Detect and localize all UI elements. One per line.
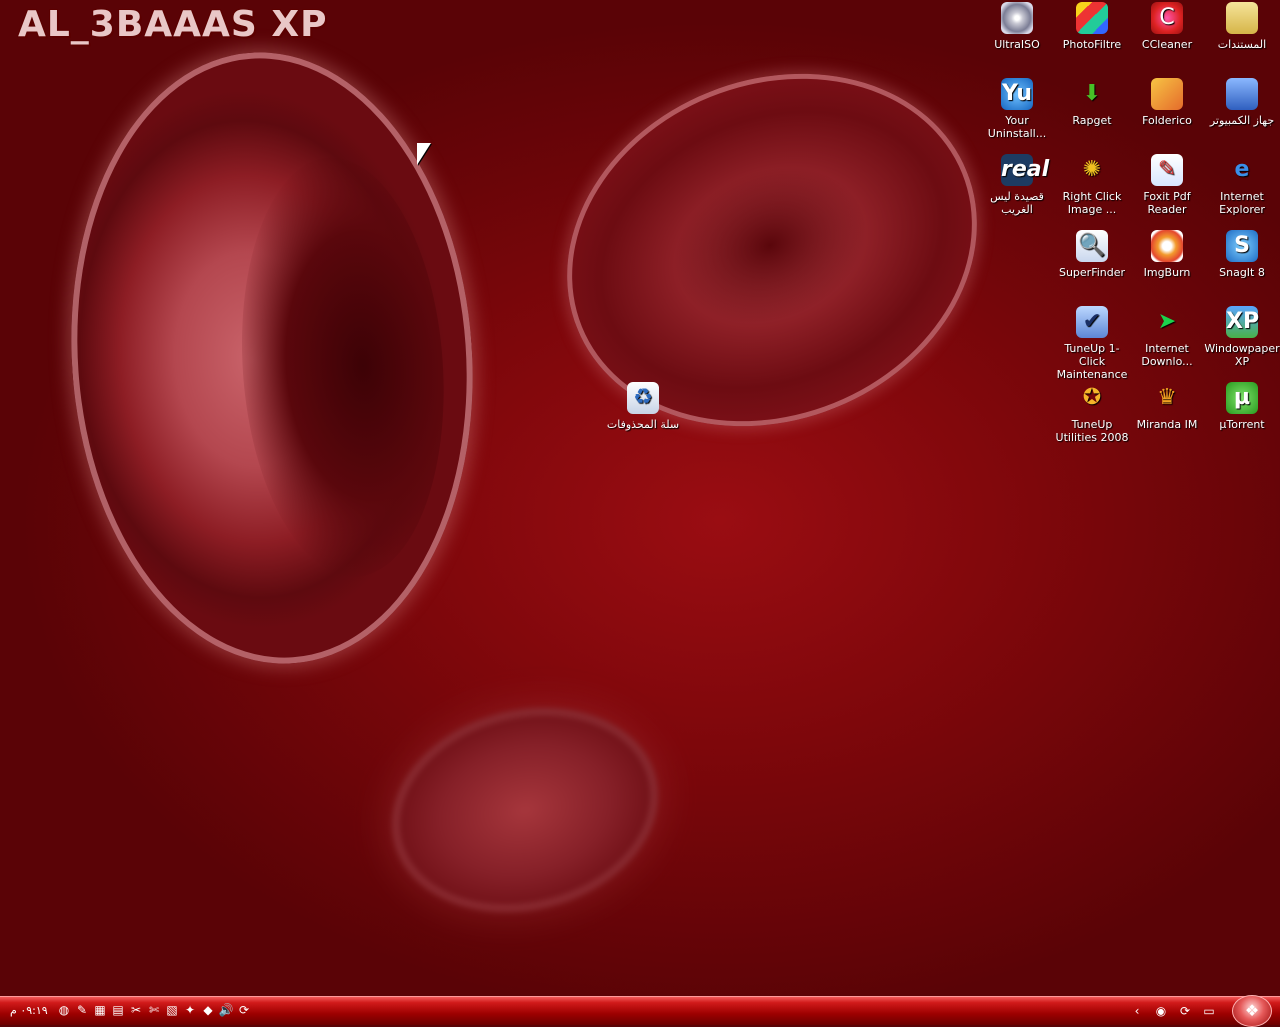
desktop-icon-snagit[interactable]: S SnagIt 8 (1204, 230, 1280, 279)
taskbar: ٠٩:١٩ م ◍ ✎ ▦ ▤ ✂ ✄ ▧ ✦ ◆ 🔊 ⟳ ‹ ◉ ⟳ ▭ ❖ (0, 995, 1280, 1027)
desktop-icon-ultraiso[interactable]: UltraISO (979, 2, 1055, 51)
quick-launch-toolbar: ◍ ✎ ▦ ▤ ✂ ✄ ▧ ✦ ◆ 🔊 ⟳ (56, 1002, 252, 1018)
volume-icon[interactable]: 🔊 (218, 1002, 234, 1018)
desktop-icon-my-computer[interactable]: جهاز الكمبيوتر (1204, 78, 1280, 127)
quick-launch-icon[interactable]: ✂ (128, 1002, 144, 1018)
desktop-icon-internet-download-manager[interactable]: ➤ Internet Downlo... (1129, 306, 1205, 368)
ultraiso-icon (1001, 2, 1033, 34)
download-arrow-icon: ⬇ (1082, 81, 1102, 106)
quick-launch-icon[interactable]: ◆ (200, 1002, 216, 1018)
network-icon[interactable]: ◉ (1152, 1002, 1170, 1020)
maintenance-icon: ✔ (1076, 306, 1108, 338)
desktop-icon-foxit-reader[interactable]: ✎ Foxit Pdf Reader (1129, 154, 1205, 216)
quick-launch-icon[interactable]: ▧ (164, 1002, 180, 1018)
realplayer-icon: real (1001, 154, 1049, 186)
wallpaper-brand-text: AL_3BAAAS XP (18, 4, 328, 45)
desktop-icon-label: µTorrent (1219, 418, 1265, 431)
quick-launch-icon[interactable]: ▤ (110, 1002, 126, 1018)
recycle-bin-icon: ♻ (627, 382, 659, 414)
internet-explorer-icon: e (1234, 157, 1250, 182)
desktop-icon-label: قصيدة ليس الغريب (990, 190, 1044, 216)
wallpaper-cell-medium (513, 13, 1031, 487)
desktop-icon-label: PhotoFiltre (1062, 38, 1122, 51)
pdf-icon: ✎ (1151, 154, 1183, 186)
desktop-icon-right-click-image[interactable]: ✺ Right Click Image ... (1054, 154, 1130, 216)
desktop-icon-label: Foxit Pdf Reader (1143, 190, 1191, 216)
imgburn-disc-icon (1151, 230, 1183, 262)
sun-gear-icon: ✺ (1082, 157, 1102, 182)
desktop-icon-label: TuneUp 1-Click Maintenance (1056, 342, 1128, 381)
quick-launch-icon[interactable]: ✦ (182, 1002, 198, 1018)
ccleaner-icon: C (1151, 2, 1183, 34)
your-uninstaller-icon: Yu (1001, 78, 1033, 110)
desktop-icon-label: Folderico (1142, 114, 1192, 127)
desktop-icon-label: SnagIt 8 (1219, 266, 1265, 279)
chevron-left-icon[interactable]: ‹ (1128, 1002, 1146, 1020)
mouse-cursor-icon (417, 143, 431, 165)
desktop-icon-your-uninstaller[interactable]: Yu Your Uninstall... (979, 78, 1055, 140)
computer-icon (1226, 78, 1258, 110)
sync-icon[interactable]: ⟳ (1176, 1002, 1194, 1020)
taskbar-clock[interactable]: ٠٩:١٩ م (10, 1004, 48, 1017)
desktop-icon-label: SuperFinder (1058, 266, 1126, 279)
desktop-icon-label: جهاز الكمبيوتر (1209, 114, 1275, 127)
desktop-icon-label: Internet Explorer (1219, 190, 1265, 216)
desktop-icon-imgburn[interactable]: ImgBurn (1129, 230, 1205, 279)
desktop-icon-realplayer-file[interactable]: real قصيدة ليس الغريب (979, 154, 1055, 216)
desktop-icon-tuneup-utilities[interactable]: ✪ TuneUp Utilities 2008 (1054, 382, 1130, 444)
desktop-icon-internet-explorer[interactable]: e Internet Explorer (1204, 154, 1280, 216)
tuneup-utilities-icon: ✪ (1082, 385, 1102, 410)
desktop-icon-folderico[interactable]: Folderico (1129, 78, 1205, 127)
refresh-icon[interactable]: ⟳ (236, 1002, 252, 1018)
photofiltre-icon (1076, 2, 1108, 34)
folder-icon (1226, 2, 1258, 34)
desktop-icon-windowpaper[interactable]: XP Windowpaper XP (1204, 306, 1280, 368)
snagit-icon: S (1226, 230, 1258, 262)
desktop-icon-my-documents[interactable]: المستندات (1204, 2, 1280, 51)
magnifier-icon: 🔍 (1076, 230, 1108, 262)
wallpaper-cell-large (51, 38, 493, 678)
show-desktop-icon[interactable]: ▭ (1200, 1002, 1218, 1020)
desktop-icon-label: Windowpaper XP (1204, 342, 1280, 368)
folderico-icon (1151, 78, 1183, 110)
desktop-icon-label: ImgBurn (1143, 266, 1191, 279)
desktop[interactable]: AL_3BAAAS XP UltraISO PhotoFiltre C CCle… (0, 0, 1280, 996)
desktop-icon-miranda-im[interactable]: ♛ Miranda IM (1129, 382, 1205, 431)
quick-launch-icon[interactable]: ✄ (146, 1002, 162, 1018)
desktop-icon-recycle-bin[interactable]: ♻ سلة المحذوفات (605, 382, 681, 431)
quick-launch-icon[interactable]: ▦ (92, 1002, 108, 1018)
desktop-icon-label: المستندات (1217, 38, 1267, 51)
desktop-icon-label: UltraISO (994, 38, 1040, 51)
desktop-icon-superfinder[interactable]: 🔍 SuperFinder (1054, 230, 1130, 279)
system-tray: ‹ ◉ ⟳ ▭ (1128, 1002, 1218, 1020)
desktop-icon-tuneup-1click[interactable]: ✔ TuneUp 1-Click Maintenance (1054, 306, 1130, 381)
desktop-icon-label: Internet Downlo... (1141, 342, 1193, 368)
desktop-icon-photofiltre[interactable]: PhotoFiltre (1054, 2, 1130, 51)
desktop-icon-ccleaner[interactable]: C CCleaner (1129, 2, 1205, 51)
desktop-icon-label: Miranda IM (1136, 418, 1198, 431)
utorrent-icon: µ (1226, 382, 1258, 414)
start-button[interactable]: ❖ (1232, 995, 1272, 1027)
wallpaper-cell-small (369, 680, 681, 940)
desktop-icon-label: CCleaner (1141, 38, 1193, 51)
quick-launch-icon[interactable]: ◍ (56, 1002, 72, 1018)
windowpaper-icon: XP (1226, 306, 1259, 338)
desktop-icon-label: Your Uninstall... (987, 114, 1047, 140)
desktop-icon-label: سلة المحذوفات (606, 418, 680, 431)
quick-launch-icon[interactable]: ✎ (74, 1002, 90, 1018)
miranda-icon: ♛ (1157, 385, 1177, 410)
desktop-icon-label: Rapget (1072, 114, 1112, 127)
desktop-icon-label: TuneUp Utilities 2008 (1055, 418, 1129, 444)
desktop-icon-utorrent[interactable]: µ µTorrent (1204, 382, 1280, 431)
desktop-icon-label: Right Click Image ... (1062, 190, 1122, 216)
desktop-icon-rapget[interactable]: ⬇ Rapget (1054, 78, 1130, 127)
download-manager-icon: ➤ (1157, 309, 1177, 334)
